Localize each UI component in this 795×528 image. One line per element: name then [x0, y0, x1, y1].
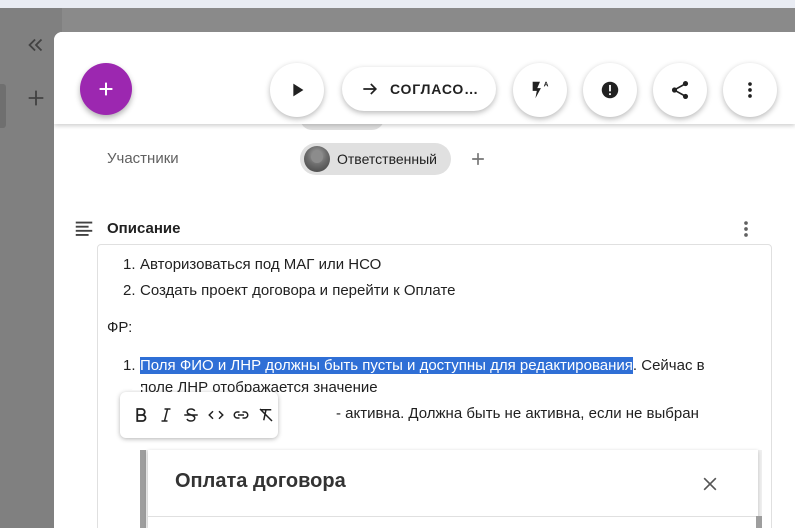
embedded-scrollbar-right: [756, 516, 762, 528]
more-vertical-icon: [744, 221, 748, 237]
add-participant-button[interactable]: [468, 149, 488, 169]
alert-button[interactable]: [583, 63, 637, 117]
strikethrough-icon: [183, 408, 198, 422]
action-toolbar: СОГЛАСО…: [54, 32, 795, 124]
link-button[interactable]: [228, 400, 253, 430]
italic-button[interactable]: [153, 400, 178, 430]
avatar: [304, 146, 330, 172]
format-toolbar-caret: [132, 382, 144, 390]
clear-format-button[interactable]: [253, 400, 278, 430]
embedded-dialog-close: [700, 474, 720, 494]
share-button[interactable]: [653, 63, 707, 117]
strikethrough-button[interactable]: [178, 400, 203, 430]
bold-icon: [135, 408, 146, 422]
approve-button[interactable]: СОГЛАСО…: [342, 67, 496, 111]
code-button[interactable]: [203, 400, 228, 430]
play-button[interactable]: [270, 63, 324, 117]
approve-button-label: СОГЛАСО…: [390, 81, 479, 97]
plus-icon: [99, 82, 113, 96]
embedded-dialog: Оплата договора: [148, 450, 758, 528]
description-more-button[interactable]: [735, 218, 757, 240]
fr-item-1-line-1: Поля ФИО и ЛНР должны быть пусты и досту…: [140, 357, 705, 374]
fr-item-1-rest: . Сейчас в: [632, 357, 705, 374]
step-number-2: 2.: [123, 282, 136, 299]
step-item-2: Создать проект договора и перейти к Опла…: [140, 282, 456, 299]
fr-number-1: 1.: [123, 357, 136, 374]
task-panel: СОГЛАСО… Участники Ответственный Описани…: [54, 32, 795, 528]
more-actions-button[interactable]: [723, 63, 777, 117]
plus-icon: [28, 90, 44, 106]
rail-selection-indicator: [0, 84, 6, 128]
share-icon: [671, 81, 689, 99]
embedded-dialog-divider: [148, 516, 758, 517]
plus-icon: [472, 153, 484, 165]
description-title: Описание: [107, 220, 181, 237]
italic-icon: [161, 408, 170, 422]
clear-format-icon: [258, 408, 273, 422]
step-item-1: Авторизоваться под МАГ или НСО: [140, 256, 382, 273]
collapse-rail-button[interactable]: [22, 31, 50, 59]
link-icon: [233, 411, 248, 419]
arrow-right-icon: [363, 83, 378, 95]
format-toolbar: [120, 392, 278, 438]
description-icon: [73, 218, 95, 240]
close-icon: [703, 477, 717, 491]
more-vertical-icon: [748, 82, 752, 98]
text-lines-icon: [75, 221, 93, 236]
play-icon: [293, 83, 304, 97]
embedded-scrollbar-left: [140, 450, 146, 528]
selected-text: Поля ФИО и ЛНР должны быть пусты и досту…: [140, 357, 633, 374]
participant-chip-label: Ответственный: [337, 151, 437, 167]
rail-add-button[interactable]: [22, 84, 50, 112]
participant-chip[interactable]: Ответственный: [300, 143, 451, 175]
top-strip: [0, 0, 795, 8]
fr-label: ФР:: [107, 319, 133, 336]
step-number-1: 1.: [123, 256, 136, 273]
code-icon: [207, 410, 224, 420]
add-fab-button[interactable]: [80, 63, 132, 115]
embedded-dialog-title: Оплата договора: [175, 470, 346, 492]
flash-auto-icon: [532, 81, 549, 99]
alert-circle-icon: [601, 81, 619, 99]
bold-button[interactable]: [128, 400, 153, 430]
auto-button[interactable]: [513, 63, 567, 117]
fr-item-2-tail: - активна. Должна быть не активна, если …: [336, 405, 699, 422]
participants-label: Участники: [107, 150, 179, 167]
double-chevron-left-icon: [28, 38, 43, 52]
